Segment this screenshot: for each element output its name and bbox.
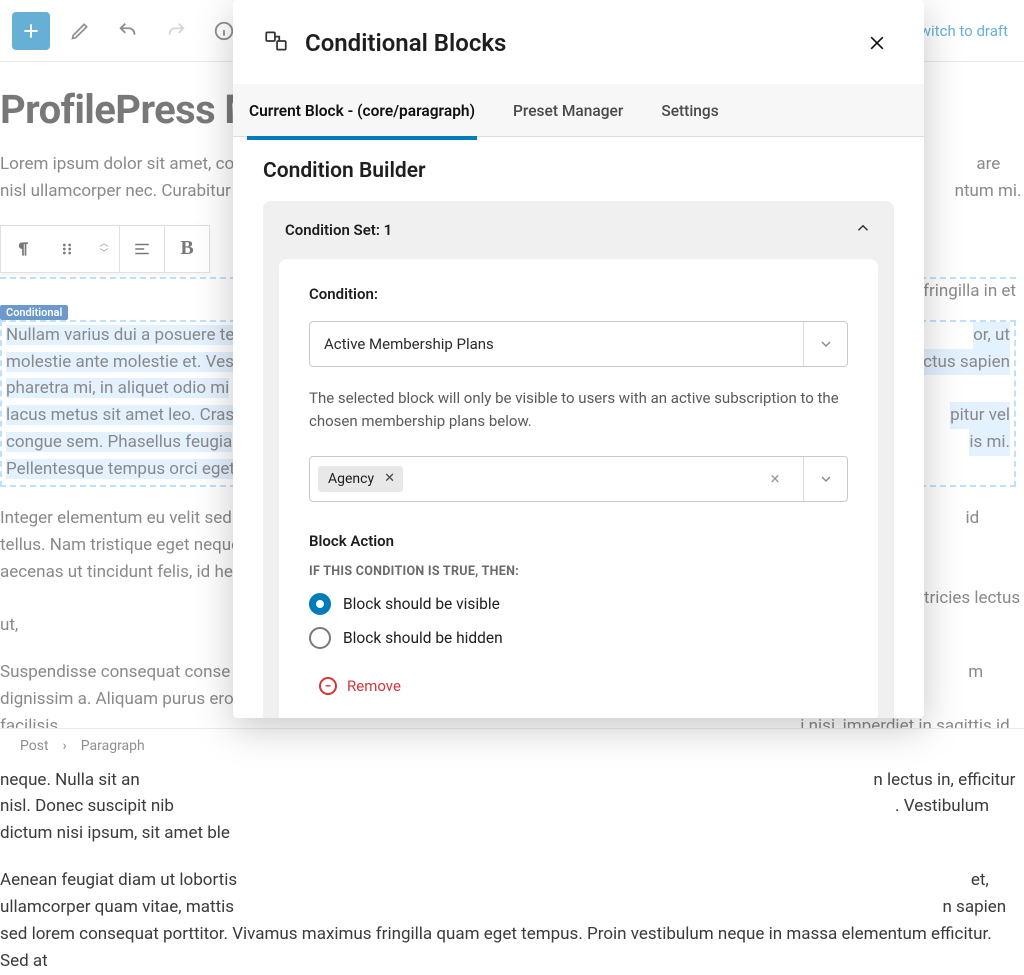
select-dropdown-trigger[interactable] (803, 322, 847, 366)
chevron-down-icon (818, 471, 834, 487)
condition-label: Condition: (309, 285, 848, 303)
radio-visible-label: Block should be visible (343, 595, 500, 613)
condition-help-text: The selected block will only be visible … (309, 387, 848, 434)
paragraph-block[interactable]: Aenean feugiat diam ut lobortis (0, 867, 1024, 974)
modal-tabs: Current Block - (core/paragraph) Preset … (233, 84, 924, 137)
minus-circle-icon: − (319, 677, 337, 695)
radio-dot-icon (309, 593, 331, 615)
conditional-blocks-logo-icon (263, 28, 289, 58)
close-button[interactable] (860, 26, 894, 60)
modal-body: Condition Builder Condition Set: 1 Condi… (233, 137, 924, 718)
tab-settings[interactable]: Settings (659, 84, 720, 136)
remove-condition-button[interactable]: − Remove (319, 677, 848, 695)
membership-plans-multiselect[interactable]: Agency ✕ × (309, 456, 848, 502)
condition-type-value: Active Membership Plans (324, 335, 494, 353)
radio-dot-icon (309, 627, 331, 649)
condition-set: Condition Set: 1 Condition: Active Membe… (263, 201, 894, 718)
radio-hidden[interactable]: Block should be hidden (309, 627, 848, 649)
if-true-label: IF THIS CONDITION IS TRUE, THEN: (309, 564, 848, 579)
conditional-blocks-modal: Conditional Blocks Current Block - (core… (233, 0, 924, 718)
close-icon (867, 33, 887, 53)
modal-title: Conditional Blocks (305, 29, 506, 57)
tab-preset-manager[interactable]: Preset Manager (511, 84, 625, 136)
modal-header: Conditional Blocks (233, 0, 924, 84)
condition-type-select[interactable]: Active Membership Plans (309, 321, 848, 367)
condition-set-title: Condition Set: 1 (285, 221, 392, 239)
condition-builder-title: Condition Builder (263, 159, 894, 183)
chevron-up-icon (854, 219, 872, 241)
chip-remove-icon[interactable]: ✕ (384, 471, 395, 486)
remove-label: Remove (347, 677, 401, 695)
plan-chip-label: Agency (328, 471, 374, 487)
tab-current-block[interactable]: Current Block - (core/paragraph) (247, 84, 477, 136)
multiselect-dropdown-trigger[interactable] (803, 457, 847, 501)
plan-chip: Agency ✕ (318, 466, 403, 492)
block-action-label: Block Action (309, 532, 848, 550)
condition-set-toggle[interactable]: Condition Set: 1 (263, 201, 894, 259)
clear-all-button[interactable]: × (755, 469, 795, 489)
radio-hidden-label: Block should be hidden (343, 629, 503, 647)
chevron-down-icon (818, 336, 834, 352)
radio-visible[interactable]: Block should be visible (309, 593, 848, 615)
condition-card: Condition: Active Membership Plans The s… (279, 259, 878, 718)
